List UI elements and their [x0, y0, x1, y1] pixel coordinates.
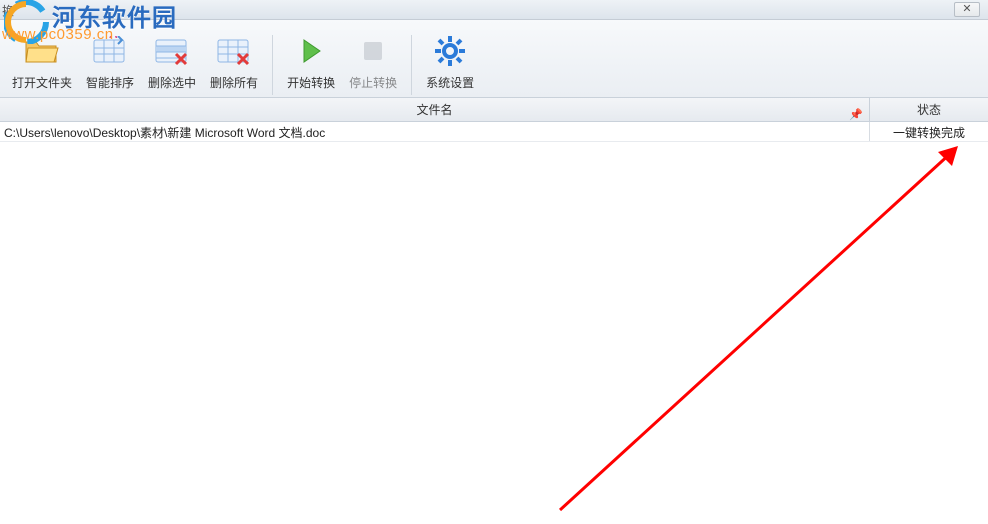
start-convert-label: 开始转换	[287, 74, 335, 91]
cell-filename: C:\Users\lenovo\Desktop\素材\新建 Microsoft …	[0, 122, 870, 141]
smart-sort-button[interactable]: A 智能排序	[80, 28, 140, 95]
svg-text:A: A	[109, 36, 118, 41]
column-header-status-label: 状态	[917, 103, 941, 117]
app-window: 河东软件园 www.pc0359.cn 换 ✕ 打开文件夹	[0, 0, 988, 524]
toolbar-separator	[272, 35, 273, 95]
start-convert-button[interactable]: 开始转换	[281, 28, 341, 95]
delete-all-icon	[215, 32, 253, 70]
open-folder-label: 打开文件夹	[12, 74, 72, 91]
table-row[interactable]: C:\Users\lenovo\Desktop\素材\新建 Microsoft …	[0, 122, 988, 142]
smart-sort-icon: A	[91, 32, 129, 70]
settings-button[interactable]: 系统设置	[420, 28, 480, 95]
delete-all-button[interactable]: 删除所有	[204, 28, 264, 95]
settings-label: 系统设置	[426, 74, 474, 91]
title-fragment: 换	[2, 2, 14, 19]
gear-icon	[431, 32, 469, 70]
open-folder-button[interactable]: 打开文件夹	[6, 28, 78, 95]
delete-selected-button[interactable]: 删除选中	[142, 28, 202, 95]
close-icon: ✕	[962, 3, 971, 15]
folder-open-icon	[23, 32, 61, 70]
delete-all-label: 删除所有	[210, 74, 258, 91]
play-icon	[292, 32, 330, 70]
column-header-filename[interactable]: 文件名 📌	[0, 98, 870, 121]
toolbar: 打开文件夹 A 智能排序	[0, 20, 988, 98]
grid-header: 文件名 📌 状态	[0, 98, 988, 122]
stop-icon	[354, 32, 392, 70]
stop-convert-button[interactable]: 停止转换	[343, 28, 403, 95]
cell-status: 一键转换完成	[870, 122, 988, 141]
delete-selected-label: 删除选中	[148, 74, 196, 91]
column-header-filename-label: 文件名	[416, 103, 452, 117]
column-header-status[interactable]: 状态	[870, 98, 988, 121]
title-bar: 换 ✕	[0, 0, 988, 20]
grid-body[interactable]: C:\Users\lenovo\Desktop\素材\新建 Microsoft …	[0, 122, 988, 524]
toolbar-separator-2	[411, 35, 412, 95]
close-button[interactable]: ✕	[954, 2, 980, 17]
stop-convert-label: 停止转换	[349, 74, 397, 91]
smart-sort-label: 智能排序	[86, 74, 134, 91]
delete-selected-icon	[153, 32, 191, 70]
